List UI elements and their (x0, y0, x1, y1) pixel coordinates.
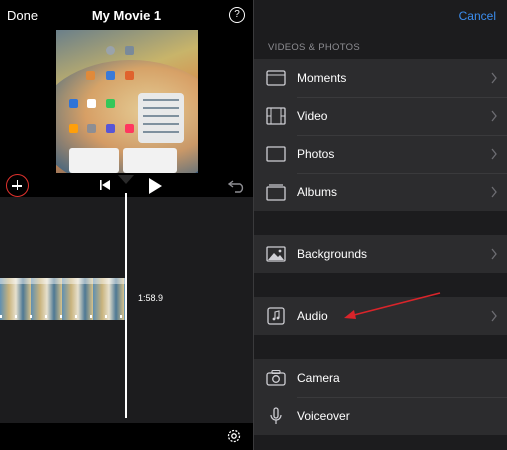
app-icon (106, 99, 115, 108)
app-icon (106, 71, 115, 80)
chevron-right-icon (491, 310, 497, 322)
moments-icon (266, 69, 286, 87)
backgrounds-group: Backgrounds (254, 235, 507, 273)
chevron-right-icon (491, 248, 497, 260)
menu-item-camera[interactable]: Camera (254, 359, 507, 397)
video-clip[interactable] (0, 278, 126, 320)
menu-item-backgrounds[interactable]: Backgrounds (254, 235, 507, 273)
menu-item-label: Photos (297, 147, 334, 161)
media-browser-pane: Cancel VIDEOS & PHOTOS Moments Video (254, 0, 507, 450)
image-icon (266, 245, 286, 263)
chevron-right-icon (491, 110, 497, 122)
bottom-bar (0, 423, 253, 450)
menu-item-albums[interactable]: Albums (254, 173, 507, 211)
app-icon (106, 46, 115, 55)
widget (138, 93, 184, 143)
capture-group: Camera Voiceover (254, 359, 507, 435)
photo-frame-icon (266, 145, 286, 163)
skip-to-start-icon[interactable] (99, 180, 111, 190)
app-icon (69, 124, 78, 133)
play-button[interactable] (148, 178, 162, 194)
playhead-marker (118, 175, 134, 184)
menu-item-label: Backgrounds (297, 247, 367, 261)
app-icon (125, 124, 134, 133)
app-icon (87, 124, 96, 133)
music-note-icon (266, 307, 286, 325)
albums-icon (266, 183, 286, 201)
clip-band (0, 278, 126, 284)
calendar-widget (123, 148, 177, 173)
project-editor-pane: Done My Movie 1 ? (0, 0, 253, 450)
menu-item-video[interactable]: Video (254, 97, 507, 135)
app-icon (106, 124, 115, 133)
menu-item-moments[interactable]: Moments (254, 59, 507, 97)
menu-item-label: Voiceover (297, 409, 350, 423)
section-header: VIDEOS & PHOTOS (268, 42, 360, 53)
chevron-right-icon (491, 72, 497, 84)
film-icon (266, 107, 286, 125)
microphone-icon (266, 407, 286, 425)
chevron-right-icon (491, 186, 497, 198)
app-icon (87, 99, 96, 108)
add-media-button[interactable] (6, 174, 29, 197)
chevron-right-icon (491, 148, 497, 160)
top-bar: Done My Movie 1 ? (0, 0, 253, 30)
menu-item-label: Albums (297, 185, 337, 199)
videos-photos-group: Moments Video Photos (254, 59, 507, 211)
menu-item-label: Video (297, 109, 327, 123)
menu-item-label: Audio (297, 309, 328, 323)
menu-item-label: Camera (297, 371, 340, 385)
playhead[interactable] (125, 193, 127, 418)
cancel-button[interactable]: Cancel (459, 9, 496, 23)
menu-item-voiceover[interactable]: Voiceover (254, 397, 507, 435)
clip-duration-label: 1:58.9 (136, 292, 165, 304)
app-icon (125, 71, 134, 80)
menu-item-label: Moments (297, 71, 346, 85)
app-icon (125, 46, 134, 55)
movie-title: My Movie 1 (0, 8, 253, 23)
undo-icon[interactable] (228, 179, 246, 193)
widget-card (69, 148, 119, 173)
camera-icon (266, 369, 286, 387)
settings-gear-icon[interactable] (226, 428, 242, 444)
app-icon (86, 71, 95, 80)
app-icon (69, 99, 78, 108)
menu-item-photos[interactable]: Photos (254, 135, 507, 173)
annotation-arrow (340, 290, 444, 322)
clip-dots (0, 315, 126, 318)
video-preview[interactable] (56, 30, 198, 173)
help-button[interactable]: ? (229, 7, 245, 23)
